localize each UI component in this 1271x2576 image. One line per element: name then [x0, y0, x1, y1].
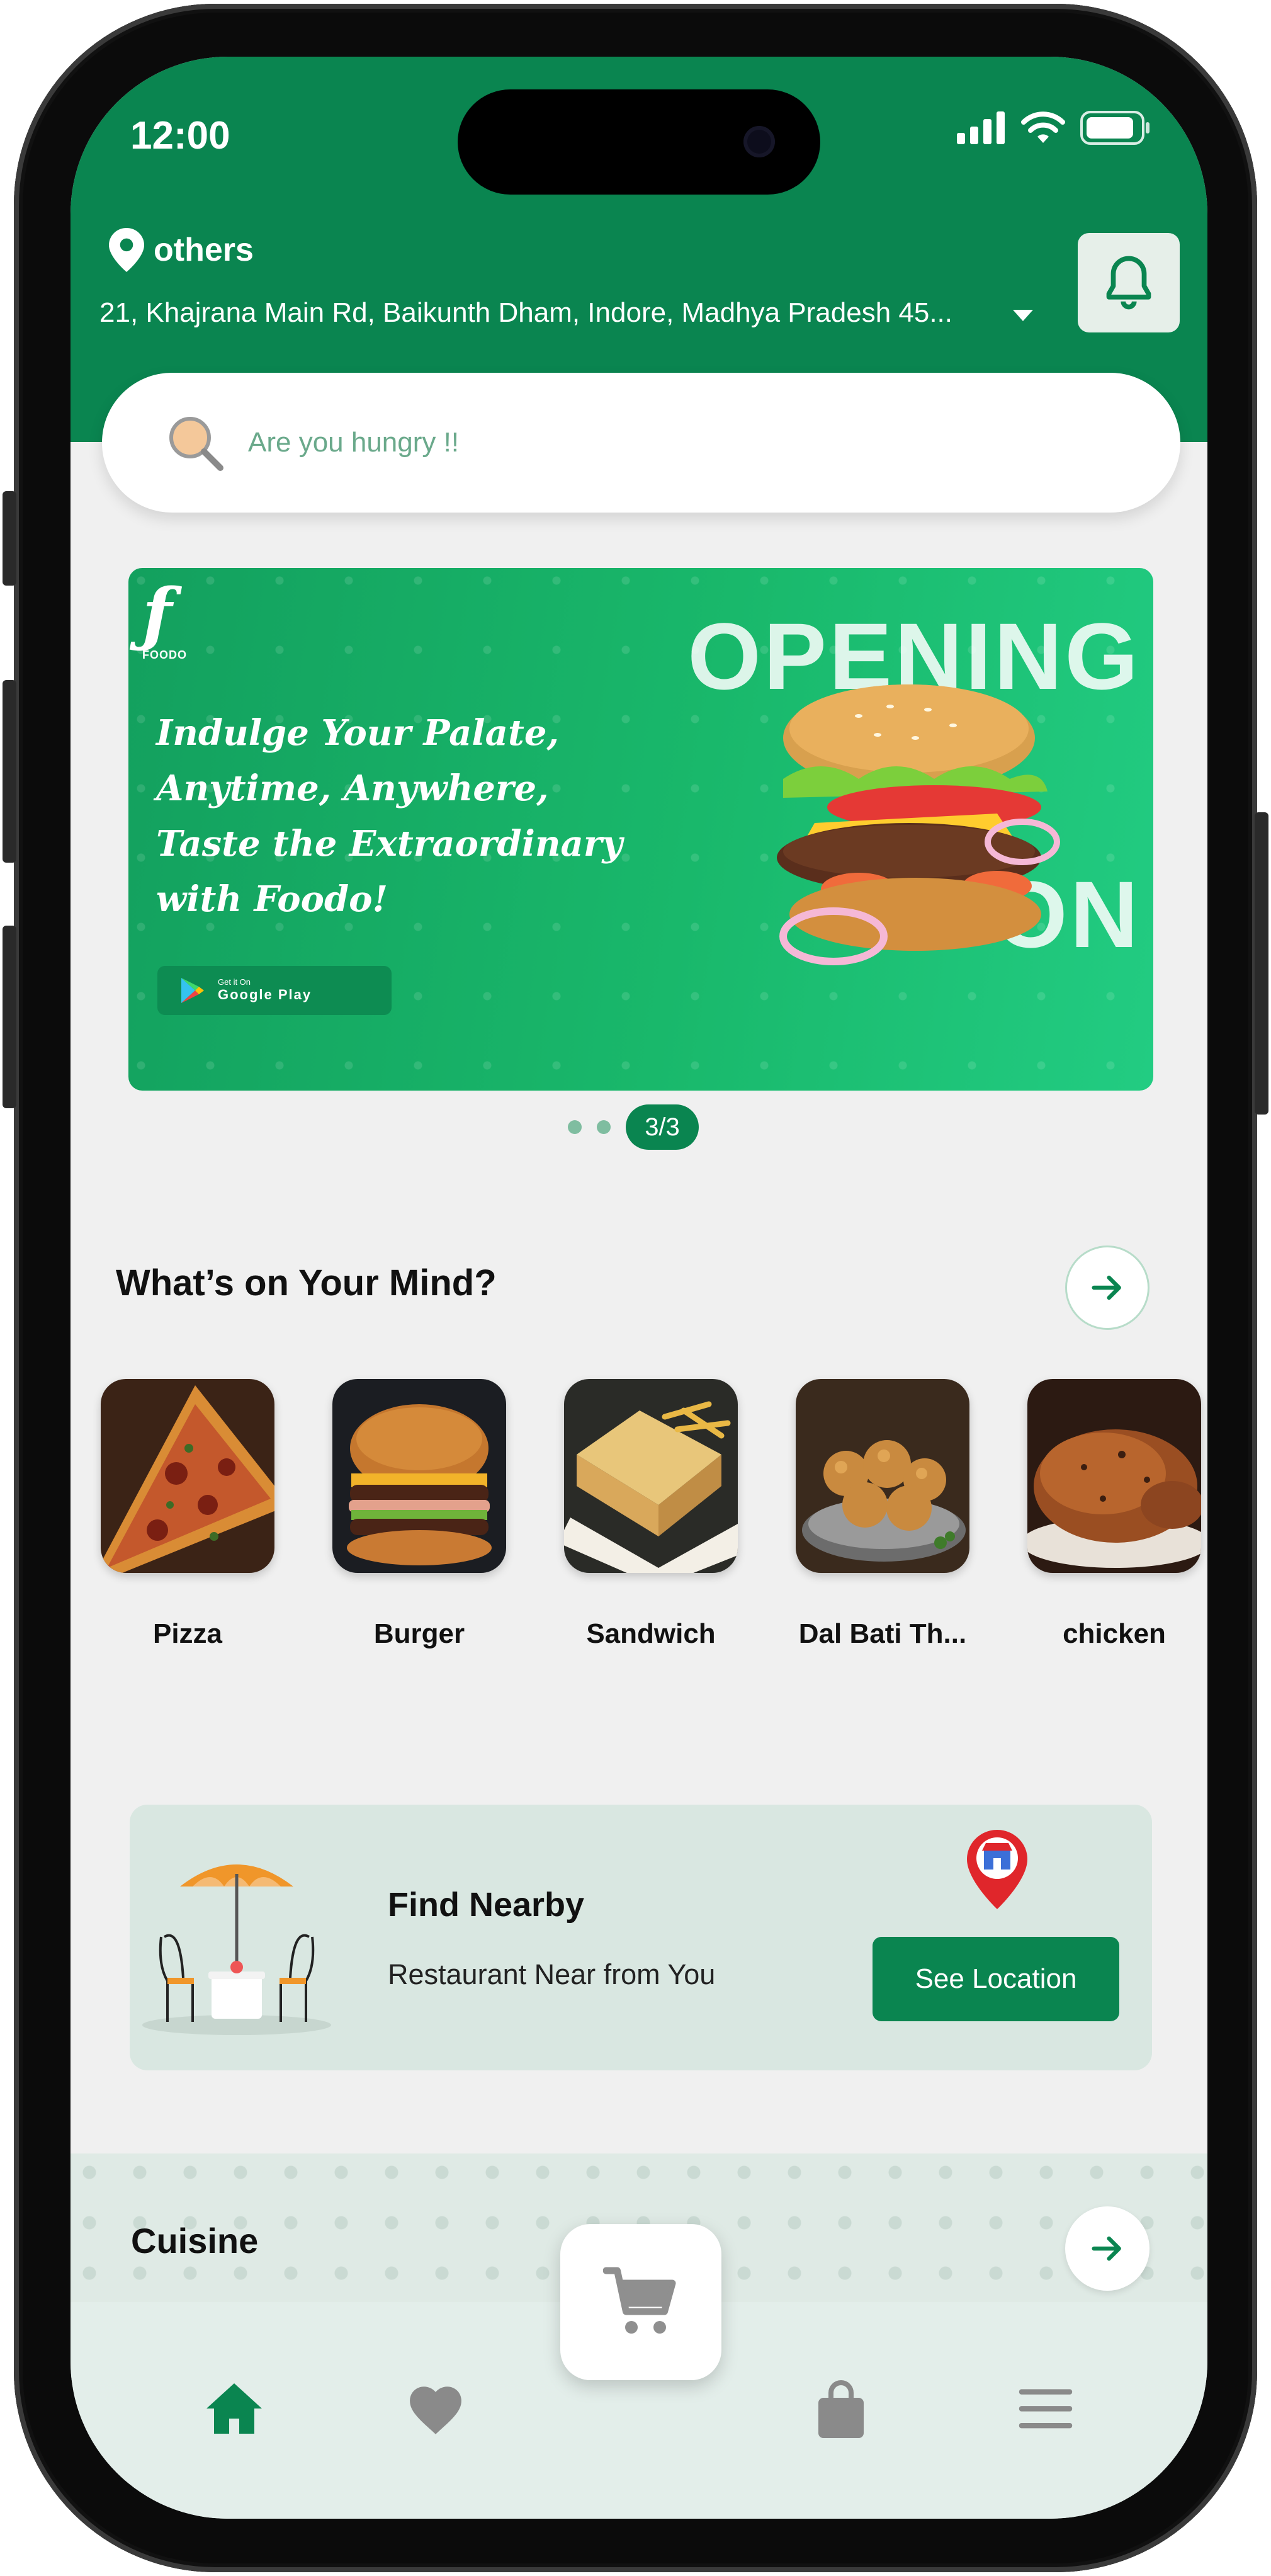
category-label: Dal Bati Th... [798, 1618, 967, 1649]
category-item[interactable]: chicken [1027, 1379, 1201, 1650]
cart-button[interactable] [560, 2224, 721, 2380]
cuisine-more-button[interactable] [1065, 2206, 1150, 2291]
dynamic-island [458, 89, 820, 195]
pager-dot[interactable] [568, 1120, 582, 1134]
location-label: others [154, 232, 254, 268]
category-item[interactable]: Sandwich [564, 1379, 738, 1650]
bag-icon[interactable] [815, 2380, 867, 2441]
restaurant-table-icon [142, 1864, 331, 2035]
foodo-logo-icon: ƒ [142, 573, 172, 654]
silent-switch [3, 491, 16, 586]
category-label: chicken [1063, 1618, 1166, 1649]
category-item[interactable]: Burger [332, 1379, 506, 1650]
whats-on-mind-more-button[interactable] [1065, 1245, 1150, 1330]
camera-icon [743, 126, 775, 157]
search-bar[interactable]: Are you hungry !! [102, 373, 1180, 513]
play-store-icon [181, 978, 204, 1003]
burger-image [777, 684, 1060, 965]
status-icons [957, 111, 1151, 145]
badge-big-text: Google Play [218, 987, 312, 1002]
tagline-line: Taste the Extraordinary [156, 823, 623, 865]
promo-banner[interactable]: ƒ FOODO Indulge Your Palate, Anytime, An… [128, 568, 1153, 1091]
power-button [1255, 812, 1268, 1115]
tagline-line: Indulge Your Palate, [156, 712, 559, 754]
find-nearby-subtitle: Restaurant Near from You [388, 1958, 716, 1990]
category-label: Sandwich [586, 1618, 716, 1649]
brand-logo: ƒ FOODO [142, 579, 187, 662]
sandwich-image [564, 1379, 738, 1573]
badge-small-text: Get it On [218, 977, 251, 987]
tagline-line: with Foodo! [156, 878, 388, 920]
brand-name: FOODO [142, 649, 187, 661]
address-text[interactable]: 21, Khajrana Main Rd, Baikunth Dham, Ind… [99, 297, 981, 329]
store-location-pin-icon [967, 1830, 1027, 1909]
banner-tagline: Indulge Your Palate, Anytime, Anywhere, … [156, 705, 672, 927]
arrow-right-icon [1092, 1275, 1121, 1300]
search-icon [169, 417, 223, 471]
burger-image [332, 1379, 506, 1573]
see-location-button[interactable]: See Location [873, 1937, 1119, 2021]
find-nearby-card: Find Nearby Restaurant Near from You See… [130, 1805, 1152, 2070]
wifi-icon [1021, 111, 1065, 143]
find-nearby-title: Find Nearby [388, 1886, 585, 1924]
pager-dot[interactable] [597, 1120, 611, 1134]
tagline-line: Anytime, Anywhere, [156, 768, 549, 809]
arrow-right-icon [1092, 2236, 1121, 2261]
bell-icon [1106, 256, 1151, 310]
dal-bati-image [796, 1379, 969, 1573]
location-pin-icon [109, 228, 144, 272]
pager-indicator: 3/3 [626, 1104, 699, 1150]
home-icon[interactable] [204, 2380, 264, 2437]
pizza-image [101, 1379, 274, 1573]
heart-icon[interactable] [404, 2380, 467, 2437]
volume-down-button [3, 926, 16, 1108]
cart-icon [603, 2267, 676, 2334]
whats-on-mind-title: What’s on Your Mind? [116, 1262, 497, 1303]
signal-icon [957, 111, 1005, 144]
chevron-down-icon[interactable] [1013, 310, 1033, 321]
category-item[interactable]: Dal Bati Th... [796, 1379, 969, 1650]
search-input[interactable]: Are you hungry !! [248, 427, 459, 458]
cuisine-title: Cuisine [131, 2221, 259, 2261]
category-label: Burger [373, 1618, 465, 1649]
category-item[interactable]: Pizza [101, 1379, 274, 1650]
banner-pager: 3/3 [568, 1104, 699, 1150]
status-time: 12:00 [130, 114, 230, 157]
category-label: Pizza [152, 1618, 223, 1649]
battery-icon [1080, 111, 1150, 145]
chicken-image [1027, 1379, 1201, 1573]
location-selector[interactable]: others [108, 228, 254, 272]
app-screen: 12:00 others 21, Khajrana Main Rd, Baiku… [71, 57, 1207, 2519]
category-list: Pizza Burger Sandwich Dal Bati Th... chi… [101, 1379, 1201, 1650]
menu-icon[interactable] [1017, 2386, 1075, 2431]
volume-up-button [3, 680, 16, 863]
notification-button[interactable] [1078, 233, 1180, 332]
google-play-badge[interactable]: Get it On Google Play [157, 966, 392, 1015]
